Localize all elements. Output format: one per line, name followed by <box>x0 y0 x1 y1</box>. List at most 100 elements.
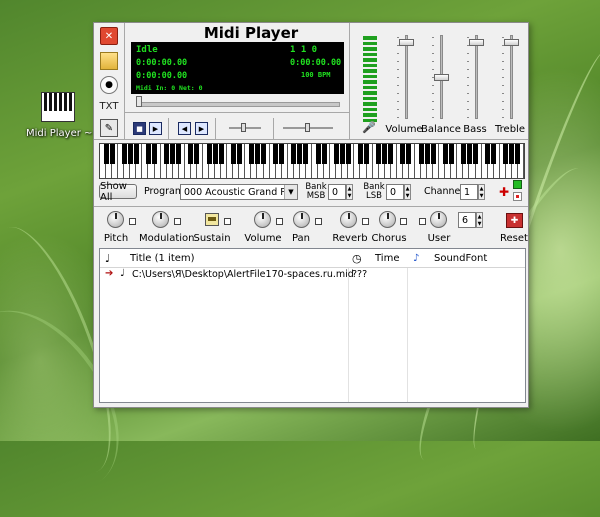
black-key[interactable] <box>388 144 394 164</box>
black-key[interactable] <box>236 144 242 164</box>
black-key[interactable] <box>194 144 200 164</box>
black-key[interactable] <box>418 144 424 164</box>
black-key[interactable] <box>515 144 521 164</box>
black-key[interactable] <box>297 144 303 164</box>
chorus-checkbox[interactable] <box>400 218 407 225</box>
sustain-checkbox[interactable] <box>224 218 231 225</box>
black-key[interactable] <box>430 144 436 164</box>
black-key[interactable] <box>109 144 115 164</box>
black-key[interactable] <box>127 144 133 164</box>
black-key[interactable] <box>164 144 170 164</box>
black-key[interactable] <box>261 144 267 164</box>
txt-button[interactable]: TXT <box>97 97 121 115</box>
black-key[interactable] <box>188 144 194 164</box>
user-checkbox[interactable] <box>419 218 426 225</box>
piano-keyboard[interactable] <box>99 143 525 179</box>
black-key[interactable] <box>448 144 454 164</box>
reset-button[interactable]: ✚ <box>506 213 523 228</box>
table-row[interactable]: ➔ ♩ C:\Users\Я\Desktop\AlertFile170-spac… <box>100 268 525 283</box>
bank-msb-spinner[interactable]: ▲ ▼ <box>346 184 353 200</box>
black-key[interactable] <box>424 144 430 164</box>
black-key[interactable] <box>473 144 479 164</box>
black-key[interactable] <box>145 144 151 164</box>
sustain-pedal-icon[interactable] <box>205 213 219 226</box>
black-key[interactable] <box>491 144 497 164</box>
black-key[interactable] <box>218 144 224 164</box>
black-key[interactable] <box>303 144 309 164</box>
pan-checkbox[interactable] <box>315 218 322 225</box>
black-key[interactable] <box>503 144 509 164</box>
channel-input[interactable]: 1 <box>460 184 478 200</box>
modulation-knob[interactable] <box>152 211 169 228</box>
user-controller-input[interactable]: 6 <box>458 212 476 228</box>
black-key[interactable] <box>248 144 254 164</box>
black-key[interactable] <box>121 144 127 164</box>
volume-slider-track[interactable] <box>405 35 408 119</box>
black-key[interactable] <box>103 144 109 164</box>
reverb-knob[interactable] <box>340 211 357 228</box>
playlist-table[interactable]: ♩ Title (1 item) ◷ Time ♪ SoundFont ➔ ♩ … <box>99 248 526 403</box>
skin-button[interactable]: ● <box>100 76 118 94</box>
black-key[interactable] <box>509 144 515 164</box>
pan-knob[interactable] <box>293 211 310 228</box>
soundfont-column-header[interactable]: SoundFont <box>434 249 487 267</box>
stop-button[interactable]: ■ <box>133 122 146 135</box>
time-column-header[interactable]: Time <box>375 249 399 267</box>
close-button[interactable]: ✕ <box>100 27 118 45</box>
bass-slider-track[interactable] <box>475 35 478 119</box>
bank-lsb-input[interactable]: 0 <box>386 184 404 200</box>
user-knob[interactable] <box>430 211 447 228</box>
black-key[interactable] <box>339 144 345 164</box>
add-channel-icon[interactable]: ✚ <box>499 185 509 199</box>
show-all-button[interactable]: Show All <box>99 181 137 203</box>
channel-spinner[interactable]: ▲ ▼ <box>478 184 485 200</box>
black-key[interactable] <box>152 144 157 164</box>
pitch-checkbox[interactable] <box>129 218 136 225</box>
black-key[interactable] <box>376 144 382 164</box>
black-key[interactable] <box>291 144 297 164</box>
program-select[interactable]: 000 Acoustic Grand Piano ▼ <box>180 184 298 200</box>
balance-slider-thumb[interactable] <box>434 73 449 81</box>
user-controller-spinner[interactable]: ▲ ▼ <box>476 212 483 228</box>
title-column-header[interactable]: Title (1 item) <box>130 249 195 267</box>
black-key[interactable] <box>400 144 406 164</box>
black-key[interactable] <box>170 144 176 164</box>
modulation-checkbox[interactable] <box>174 218 181 225</box>
speed-slider-thumb[interactable] <box>241 123 246 132</box>
black-key[interactable] <box>176 144 182 164</box>
pitch-shift-slider-thumb[interactable] <box>305 123 310 132</box>
treble-slider-track[interactable] <box>510 35 513 119</box>
bank-msb-input[interactable]: 0 <box>328 184 346 200</box>
play-button[interactable]: ▶ <box>149 122 162 135</box>
chorus-knob[interactable] <box>379 211 396 228</box>
black-key[interactable] <box>321 144 327 164</box>
channel-off-indicator[interactable] <box>513 192 522 201</box>
black-key[interactable] <box>212 144 218 164</box>
position-slider-thumb[interactable] <box>136 96 142 107</box>
bass-slider-thumb[interactable] <box>469 38 484 46</box>
open-file-button[interactable] <box>100 52 118 70</box>
pitch-knob[interactable] <box>107 211 124 228</box>
channel-on-indicator[interactable] <box>513 180 522 189</box>
black-key[interactable] <box>133 144 139 164</box>
black-key[interactable] <box>485 144 491 164</box>
black-key[interactable] <box>382 144 388 164</box>
black-key[interactable] <box>273 144 279 164</box>
black-key[interactable] <box>206 144 212 164</box>
position-slider-track[interactable] <box>138 102 340 107</box>
black-key[interactable] <box>230 144 236 164</box>
black-key[interactable] <box>315 144 321 164</box>
reverb-checkbox[interactable] <box>362 218 369 225</box>
black-key[interactable] <box>460 144 466 164</box>
black-key[interactable] <box>406 144 412 164</box>
volume-checkbox[interactable] <box>276 218 283 225</box>
previous-button[interactable]: ◀ <box>178 122 191 135</box>
bank-lsb-spinner[interactable]: ▲ ▼ <box>404 184 411 200</box>
black-key[interactable] <box>333 144 339 164</box>
black-key[interactable] <box>279 144 285 164</box>
black-key[interactable] <box>254 144 260 164</box>
microphone-button[interactable]: 🎤 <box>361 120 377 134</box>
settings-brush-button[interactable]: ✎ <box>100 119 118 137</box>
treble-slider-thumb[interactable] <box>504 38 519 46</box>
volume-slider-thumb[interactable] <box>399 38 414 46</box>
